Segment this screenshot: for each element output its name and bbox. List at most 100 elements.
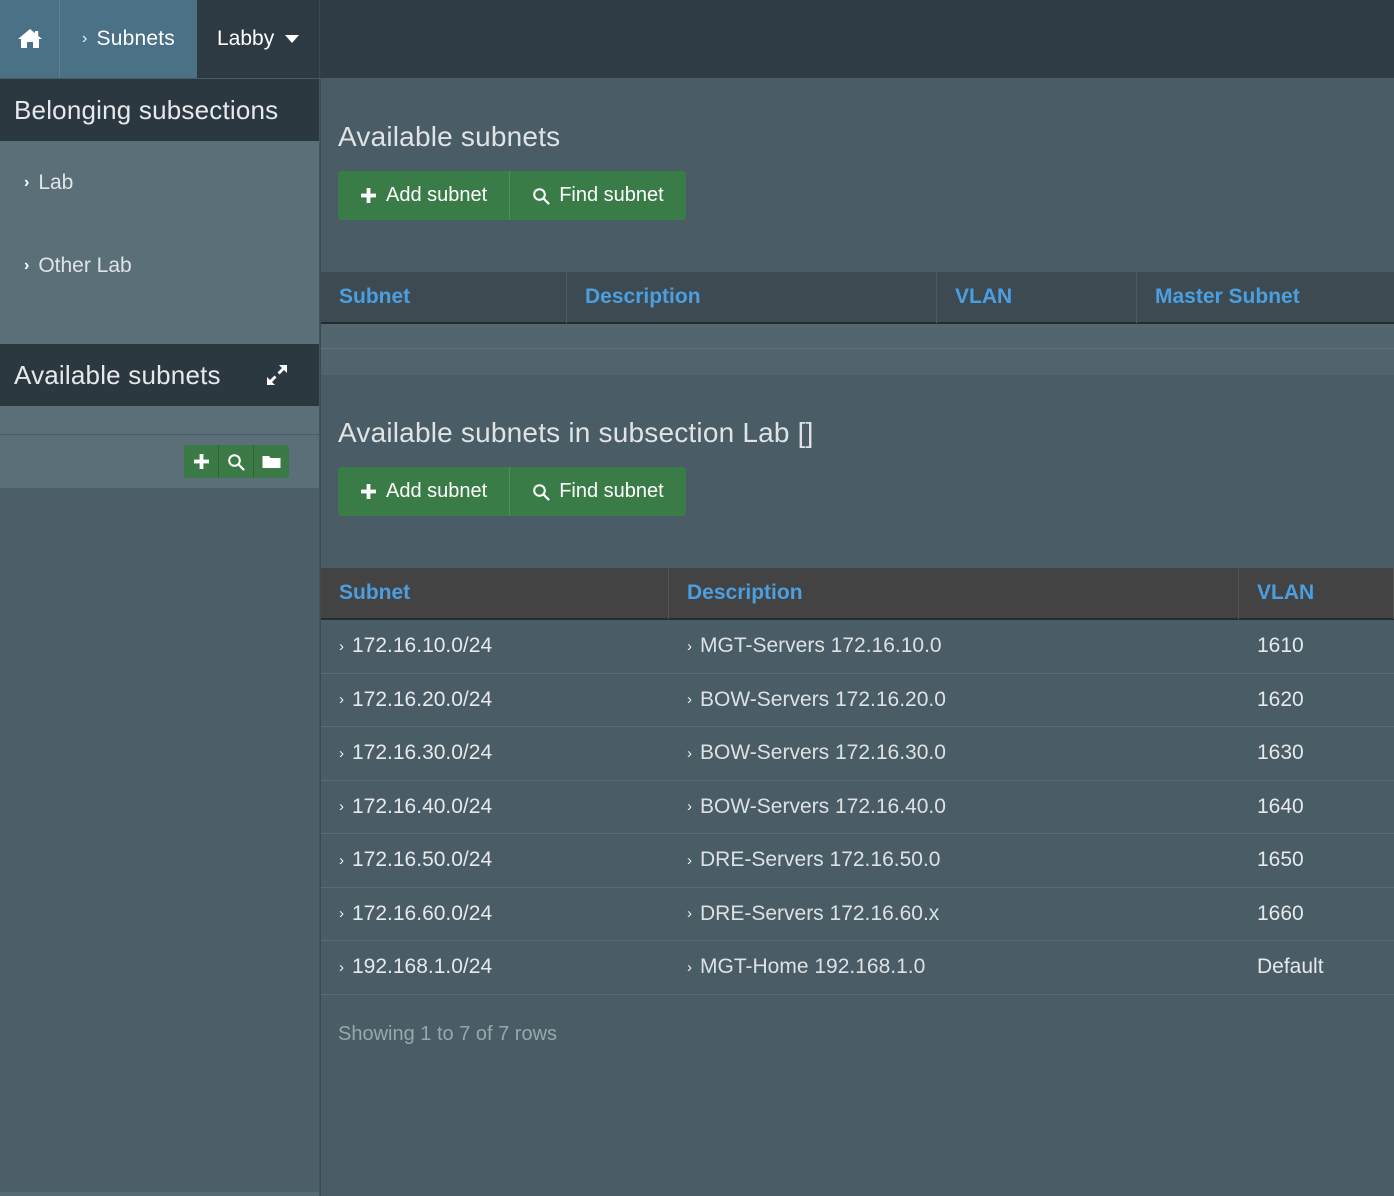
- cell-subnet[interactable]: › 172.16.10.0/24: [321, 620, 669, 674]
- table-header-row: Subnet Description VLAN Master Subnet: [321, 271, 1394, 324]
- cell-vlan: 1650: [1257, 848, 1304, 872]
- cell-description[interactable]: › DRE-Servers 172.16.60.x: [669, 887, 1239, 941]
- top-navbar: › Subnets Labby: [0, 0, 1394, 79]
- sidebar-item-lab[interactable]: › Lab: [0, 141, 319, 224]
- cell-description[interactable]: › BOW-Servers 172.16.40.0: [669, 780, 1239, 834]
- available-subnets-table: Subnet Description VLAN Master Subnet: [321, 271, 1394, 375]
- add-subnet-button[interactable]: Add subnet: [338, 171, 511, 220]
- find-subnet-button-label: Find subnet: [559, 184, 664, 206]
- column-header-description[interactable]: Description: [669, 567, 1239, 619]
- find-subnet-button[interactable]: Find subnet: [510, 171, 686, 220]
- folder-icon: [262, 454, 281, 470]
- chevron-right-icon: ›: [687, 851, 692, 869]
- table-row[interactable]: › 172.16.30.0/24 › BOW-Servers 172.16.30.0 1…: [321, 727, 1394, 781]
- search-icon: [227, 453, 245, 471]
- navbar-spacer: [320, 0, 1394, 78]
- chevron-right-icon: ›: [687, 905, 692, 923]
- cell-subnet[interactable]: › 172.16.40.0/24: [321, 780, 669, 834]
- chevron-right-icon: ›: [339, 958, 344, 976]
- column-header-vlan[interactable]: VLAN: [937, 271, 1137, 323]
- plus-icon: [360, 483, 377, 500]
- sidebar-item-label: Other Lab: [38, 253, 132, 277]
- cell-vlan: 1630: [1257, 741, 1304, 765]
- subsection-subnets-table: Subnet Description VLAN › 172.16.10.0/24 ›…: [321, 567, 1394, 995]
- add-subnet-icon-button[interactable]: [184, 445, 219, 478]
- sidebar-icon-button-group: [184, 445, 289, 478]
- page-title-subsection-subnets: Available subnets in subsection Lab []: [338, 417, 814, 448]
- table-row[interactable]: › 172.16.40.0/24 › BOW-Servers 172.16.40.0 1…: [321, 780, 1394, 834]
- cell-subnet[interactable]: › 172.16.50.0/24: [321, 834, 669, 888]
- cell-description[interactable]: › DRE-Servers 172.16.50.0: [669, 834, 1239, 888]
- column-header-master-subnet[interactable]: Master Subnet: [1137, 271, 1394, 323]
- table-row[interactable]: › 172.16.60.0/24 › DRE-Servers 172.16.60.x 1…: [321, 887, 1394, 941]
- search-icon: [532, 187, 550, 205]
- cell-subnet-label: 172.16.10.0/24: [352, 634, 493, 658]
- cell-subnet-label: 192.168.1.0/24: [352, 955, 493, 979]
- cell-vlan: 1640: [1257, 794, 1304, 818]
- cell-description-label: BOW-Servers 172.16.20.0: [700, 687, 946, 711]
- caret-down-icon: [285, 35, 300, 43]
- add-subnet-button[interactable]: Add subnet: [338, 467, 511, 516]
- cell-subnet[interactable]: › 192.168.1.0/24: [321, 941, 669, 995]
- find-subnet-button[interactable]: Find subnet: [510, 467, 686, 516]
- add-subnet-button-label: Add subnet: [386, 480, 488, 502]
- main-content: Available subnets Add subnet Find subnet…: [321, 79, 1394, 1196]
- cell-description-label: DRE-Servers 172.16.50.0: [700, 848, 941, 872]
- section-dropdown[interactable]: Labby: [197, 0, 321, 78]
- cell-subnet[interactable]: › 172.16.20.0/24: [321, 673, 669, 727]
- table-empty-footer: [321, 349, 1394, 375]
- home-nav-button[interactable]: [0, 0, 60, 78]
- cell-vlan: 1610: [1257, 634, 1304, 658]
- find-subnet-button-label: Find subnet: [559, 480, 664, 502]
- expand-arrows-icon[interactable]: [265, 363, 305, 387]
- table-header-row: Subnet Description VLAN: [321, 567, 1394, 620]
- chevron-right-icon: ›: [339, 851, 344, 869]
- chevron-right-icon: ›: [82, 30, 88, 47]
- sidebar: Belonging subsections › Lab › Other Lab …: [0, 79, 320, 1196]
- sidebar-item-label: Lab: [38, 170, 74, 194]
- sidebar-empty-area: [0, 489, 319, 1192]
- sidebar-item-other-lab[interactable]: › Other Lab: [0, 224, 319, 307]
- button-group-top: Add subnet Find subnet: [338, 171, 686, 220]
- cell-description[interactable]: › BOW-Servers 172.16.30.0: [669, 727, 1239, 781]
- column-header-subnet[interactable]: Subnet: [321, 271, 567, 323]
- cell-description[interactable]: › BOW-Servers 172.16.20.0: [669, 673, 1239, 727]
- column-header-description[interactable]: Description: [567, 271, 937, 323]
- page-title-available-subnets: Available subnets: [338, 121, 561, 152]
- cell-subnet[interactable]: › 172.16.60.0/24: [321, 887, 669, 941]
- section-dropdown-label: Labby: [217, 27, 275, 50]
- table-row[interactable]: › 172.16.20.0/24 › BOW-Servers 172.16.20.0 1…: [321, 673, 1394, 727]
- button-group-sub: Add subnet Find subnet: [338, 467, 686, 516]
- table-row[interactable]: › 172.16.10.0/24 › MGT-Servers 172.16.10.0 1…: [321, 620, 1394, 674]
- find-subnet-icon-button[interactable]: [219, 445, 254, 478]
- cell-description-label: MGT-Home 192.168.1.0: [700, 955, 926, 979]
- chevron-right-icon: ›: [687, 798, 692, 816]
- subsections-list: › Lab › Other Lab: [0, 141, 319, 344]
- column-header-subnet[interactable]: Subnet: [321, 567, 669, 619]
- panel-title-available-subnets: Available subnets: [14, 359, 221, 390]
- search-icon: [532, 483, 550, 501]
- plus-icon: [193, 453, 210, 470]
- chevron-right-icon: ›: [687, 637, 692, 655]
- column-header-vlan[interactable]: VLAN: [1239, 567, 1394, 619]
- cell-description-label: DRE-Servers 172.16.60.x: [700, 901, 940, 925]
- add-subnet-button-label: Add subnet: [386, 184, 488, 206]
- cell-subnet[interactable]: › 172.16.30.0/24: [321, 727, 669, 781]
- cell-subnet-label: 172.16.50.0/24: [352, 848, 493, 872]
- chevron-right-icon: ›: [339, 744, 344, 762]
- home-icon: [17, 27, 43, 51]
- folder-icon-button[interactable]: [254, 445, 289, 478]
- cell-description[interactable]: › MGT-Servers 172.16.10.0: [669, 620, 1239, 674]
- subnets-panel-spacer: [0, 406, 319, 435]
- table-row[interactable]: › 172.16.50.0/24 › DRE-Servers 172.16.50.0 1…: [321, 834, 1394, 888]
- chevron-right-icon: ›: [339, 691, 344, 709]
- table-row-count-label: Showing 1 to 7 of 7 rows: [338, 1022, 558, 1045]
- chevron-right-icon: ›: [339, 798, 344, 816]
- toolbar-subsection-subnets: Add subnet Find subnet: [321, 449, 1394, 516]
- plus-icon: [360, 187, 377, 204]
- table-row[interactable]: › 192.168.1.0/24 › MGT-Home 192.168.1.0 Defa…: [321, 941, 1394, 995]
- cell-description[interactable]: › MGT-Home 192.168.1.0: [669, 941, 1239, 995]
- cell-subnet-label: 172.16.40.0/24: [352, 794, 493, 818]
- panel-title-belonging-subsections: Belonging subsections: [14, 94, 279, 125]
- breadcrumb-subnets[interactable]: › Subnets: [60, 0, 197, 78]
